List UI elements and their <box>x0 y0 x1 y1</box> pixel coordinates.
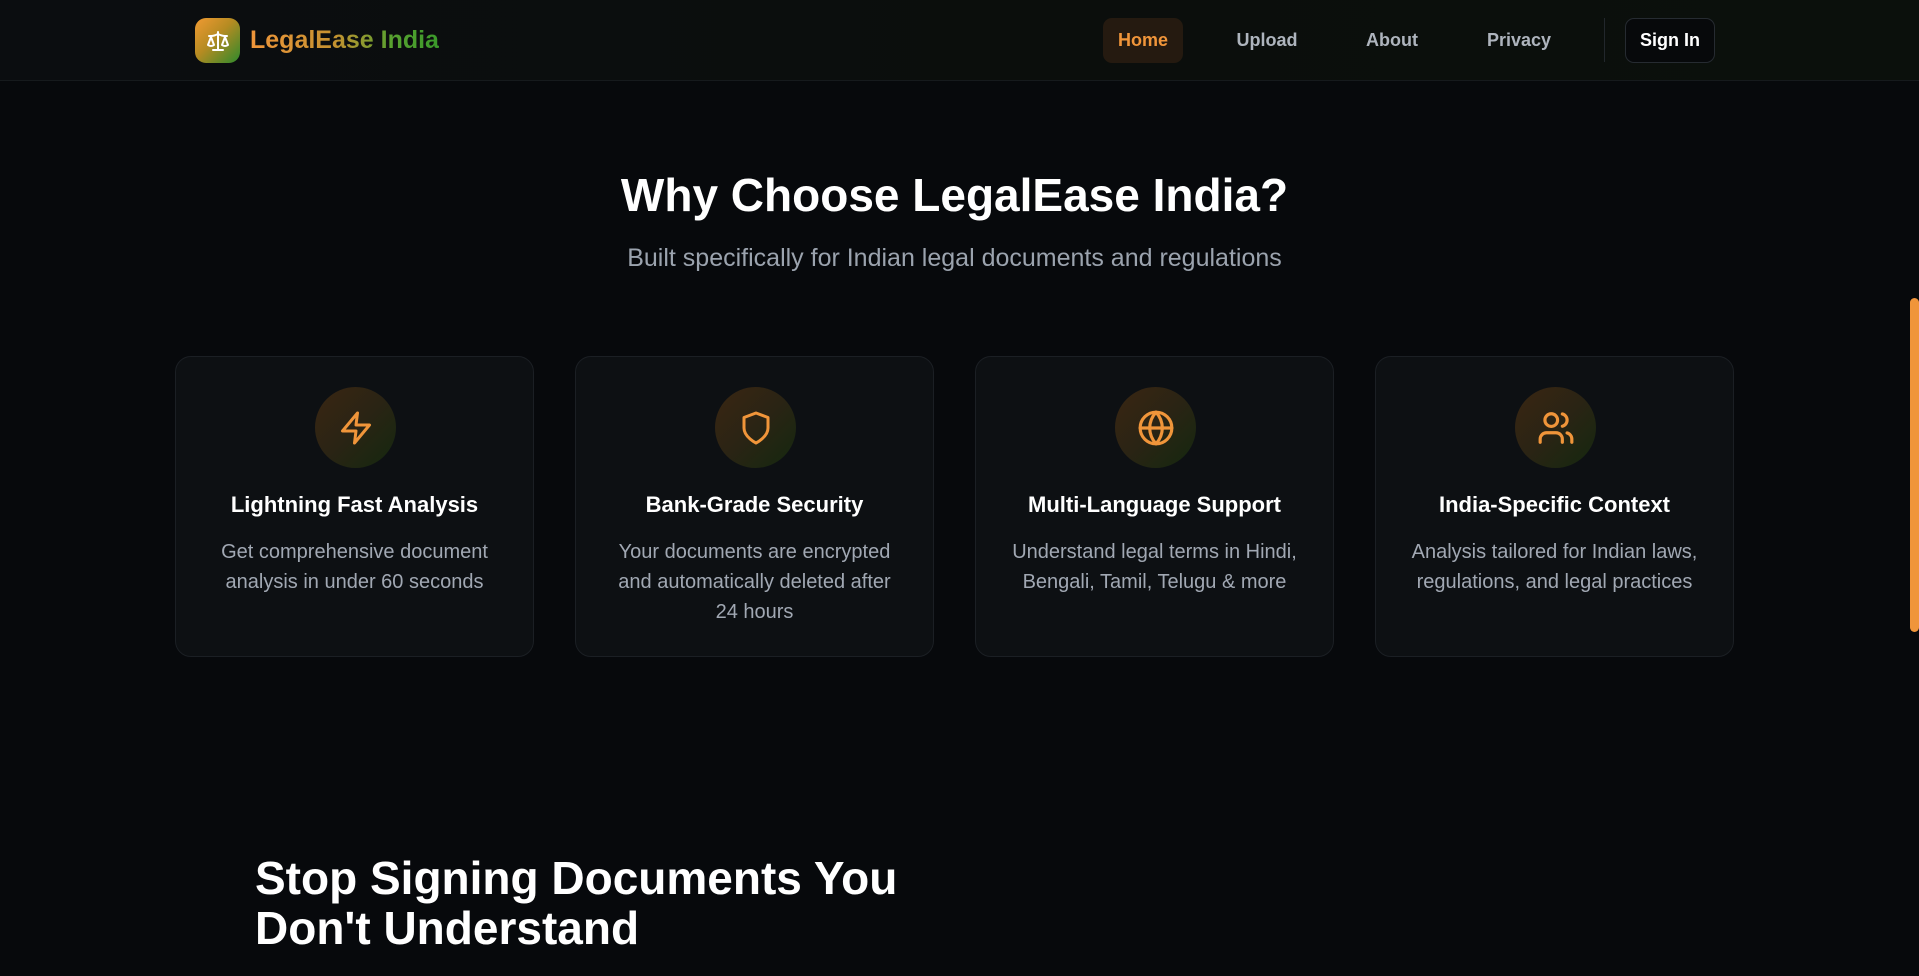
feature-card-title: India-Specific Context <box>1438 492 1671 517</box>
feature-card-description: Get comprehensive document analysis in u… <box>221 541 488 593</box>
nav-link-privacy[interactable]: Privacy <box>1476 18 1562 63</box>
feature-card-title: Bank-Grade Security <box>645 492 864 517</box>
feature-card-language: Multi-Language Support Understand legal … <box>975 356 1334 657</box>
feature-card-title: Lightning Fast Analysis <box>230 492 479 517</box>
scales-icon <box>195 18 240 63</box>
page: LegalEase India Home Upload About Privac… <box>0 0 1919 976</box>
cta-title: Stop Signing Documents You Don't Underst… <box>255 852 898 954</box>
feature-card-india: India-Specific Context Analysis tailored… <box>1375 356 1734 657</box>
lightning-icon <box>315 387 396 468</box>
nav-link-upload[interactable]: Upload <box>1228 18 1306 63</box>
nav-divider <box>1604 18 1605 62</box>
nav-link-about[interactable]: About <box>1354 18 1430 63</box>
scrollbar-thumb[interactable] <box>1910 298 1919 632</box>
feature-card-description: Understand legal terms in Hindi, Bengali… <box>1012 541 1297 593</box>
feature-card-description: Analysis tailored for Indian laws, regul… <box>1411 541 1698 593</box>
sign-in-button[interactable]: Sign In <box>1625 18 1715 63</box>
section-title: Why Choose LegalEase India? <box>620 169 1289 221</box>
section-subtitle: Built specifically for Indian legal docu… <box>627 244 1282 272</box>
globe-icon <box>1115 387 1196 468</box>
feature-card-description: Your documents are encrypted and automat… <box>618 541 891 623</box>
brand-name: LegalEase India <box>250 26 439 54</box>
users-icon <box>1515 387 1596 468</box>
feature-card-security: Bank-Grade Security Your documents are e… <box>575 356 934 657</box>
nav-link-home[interactable]: Home <box>1103 18 1183 63</box>
brand-logo-link[interactable]: LegalEase India <box>195 18 439 63</box>
shield-icon <box>715 387 796 468</box>
feature-card-speed: Lightning Fast Analysis Get comprehensiv… <box>175 356 534 657</box>
feature-card-title: Multi-Language Support <box>1028 492 1281 517</box>
navbar: LegalEase India Home Upload About Privac… <box>0 0 1919 81</box>
scrollbar[interactable] <box>1910 0 1919 976</box>
